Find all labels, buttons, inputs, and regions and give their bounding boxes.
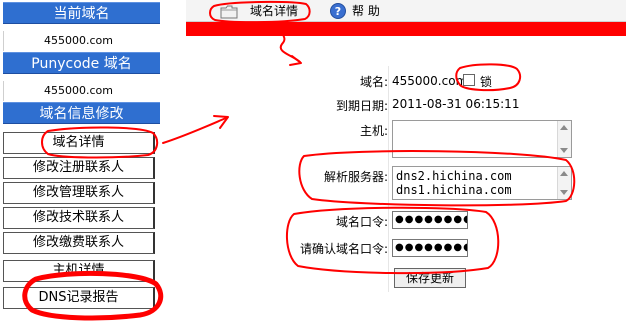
- lock-checkbox[interactable]: [463, 74, 475, 86]
- page: 当前域名 455000.com Punycode 域名 455000.com 域…: [0, 0, 626, 322]
- host-scrollbar[interactable]: [557, 121, 571, 157]
- sidebar-item-admin-contact[interactable]: 修改管理联系人: [3, 182, 155, 204]
- sidebar-item-tech-contact[interactable]: 修改技术联系人: [3, 207, 155, 229]
- sidebar-item-dns-report[interactable]: DNS记录报告: [3, 287, 155, 309]
- modify-header: 域名信息修改: [3, 102, 160, 124]
- confirm-password-input[interactable]: ●●●●●●●●●: [392, 239, 468, 257]
- expiry-label: 到期日期:: [335, 99, 388, 113]
- domain-label: 域名:: [359, 75, 388, 89]
- sidebar-item-host-details[interactable]: 主机详情: [3, 260, 155, 282]
- punycode-value: 455000.com: [3, 81, 153, 101]
- sidebar: 当前域名 455000.com Punycode 域名 455000.com 域…: [0, 0, 160, 322]
- dns-server-2: dns1.hichina.com: [396, 183, 512, 197]
- help-icon: ?: [330, 3, 346, 24]
- toolbar: 域名详情 ? 帮 助: [186, 0, 626, 22]
- sidebar-item-billing-contact[interactable]: 修改缴费联系人: [3, 232, 155, 254]
- toolbar-details-label: 域名详情: [250, 4, 299, 18]
- confirm-password-label: 请确认域名口令:: [299, 242, 388, 256]
- dns-label: 解析服务器:: [323, 170, 388, 184]
- lock-label: 锁: [480, 75, 493, 89]
- save-button[interactable]: 保存更新: [394, 268, 466, 288]
- domain-value: 455000.com: [392, 74, 468, 88]
- red-banner: [186, 22, 626, 36]
- toolbar-help-label: 帮 助: [352, 4, 380, 18]
- host-textarea[interactable]: [392, 120, 572, 158]
- password-label: 域名口令:: [335, 215, 388, 229]
- dns-textarea[interactable]: dns2.hichina.com dns1.hichina.com: [392, 166, 572, 200]
- punycode-header: Punycode 域名: [3, 52, 160, 74]
- sidebar-item-registrant[interactable]: 修改注册联系人: [3, 157, 155, 179]
- expiry-value: 2011-08-31 06:15:11: [392, 97, 520, 111]
- dns-server-1: dns2.hichina.com: [396, 169, 512, 183]
- svg-text:?: ?: [335, 5, 341, 18]
- domain-detail-form: 域名: 455000.com 锁 到期日期: 2011-08-31 06:15:…: [238, 66, 578, 292]
- host-label: 主机:: [359, 124, 388, 138]
- password-input[interactable]: ●●●●●●●●●: [392, 211, 468, 229]
- dns-scrollbar[interactable]: [557, 167, 571, 199]
- sidebar-item-domain-details[interactable]: 域名详情: [3, 132, 155, 154]
- column-divider: [388, 66, 389, 292]
- current-domain-header: 当前域名: [3, 2, 160, 24]
- current-domain-value: 455000.com: [3, 31, 153, 51]
